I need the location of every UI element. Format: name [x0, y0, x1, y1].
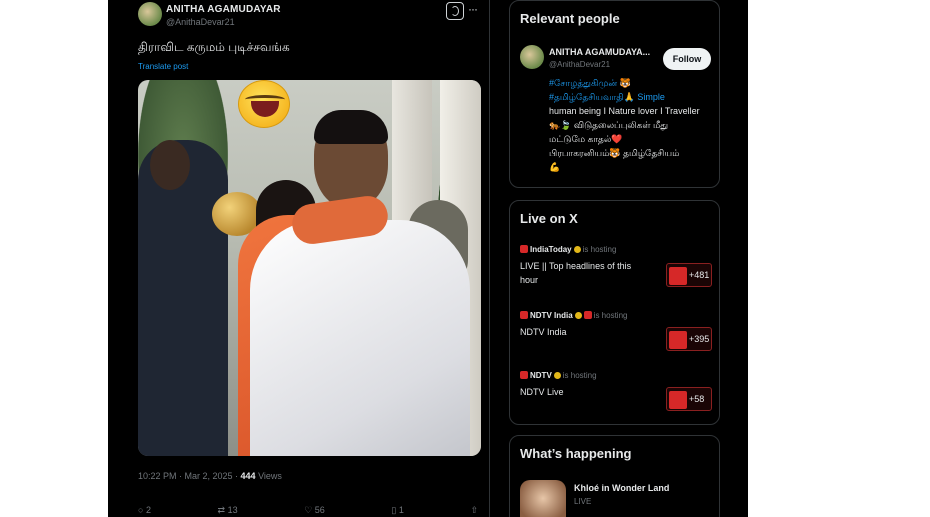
more-options-icon[interactable]: ···: [468, 2, 478, 16]
bio-hashtag[interactable]: #சோழத்துகிமுன் 🐯: [549, 76, 714, 90]
person-avatar[interactable]: [520, 45, 544, 69]
grok-icon[interactable]: [446, 2, 464, 20]
tweet-actions: ○ 2 ⇄ 13 ♡ 56 ▯ 1 ⇧: [138, 505, 478, 517]
photo-man-hair: [314, 110, 388, 144]
live-on-x-card: Live on X IndiaToday is hosting LIVE || T…: [509, 200, 720, 425]
repost-button[interactable]: ⇄ 13: [218, 505, 238, 517]
reply-button[interactable]: ○ 2: [138, 505, 151, 517]
like-icon: ♡: [304, 505, 313, 515]
live-thumbnail-icon: [669, 266, 687, 285]
share-icon: ⇧: [470, 505, 478, 515]
author-name[interactable]: ANITHA AGAMUDAYAR: [166, 4, 281, 15]
live-host: NDTV is hosting: [520, 371, 597, 380]
bio-line: 💪: [549, 162, 561, 172]
ndtv-logo-icon: [520, 311, 528, 319]
live-thumbnail-icon: [669, 390, 687, 409]
whats-happening-card: What’s happening Khloé in Wonder Land LI…: [509, 435, 720, 517]
reply-icon: ○: [138, 505, 144, 515]
translate-post-link[interactable]: Translate post: [138, 62, 188, 71]
trend-thumbnail[interactable]: [520, 480, 566, 517]
like-button[interactable]: ♡ 56: [304, 505, 325, 517]
live-listeners-badge: +395: [666, 327, 712, 351]
person-name[interactable]: ANITHA AGAMUDAYA...: [549, 47, 650, 57]
repost-icon: ⇄: [217, 505, 226, 515]
bio-line: பிரபாகரனியம்🐯 தமிழ்தேசியம்: [549, 148, 680, 158]
author-handle[interactable]: @AnithaDevar21: [166, 17, 235, 27]
tweet-timestamp[interactable]: 10:22 PM · Mar 2, 2025 ·: [138, 471, 241, 481]
tweet-meta: 10:22 PM · Mar 2, 2025 · 444 Views: [138, 471, 282, 481]
tweet-detail: ANITHA AGAMUDAYAR @AnithaDevar21 ··· திர…: [108, 0, 490, 517]
tweet-photo[interactable]: [138, 80, 481, 456]
live-host: IndiaToday is hosting: [520, 245, 616, 254]
verified-badge-icon: [553, 372, 561, 379]
person-handle[interactable]: @AnithaDevar21: [549, 60, 610, 69]
share-button[interactable]: ⇧: [470, 505, 478, 517]
photo-guard-head: [150, 140, 190, 190]
trend-title[interactable]: Khloé in Wonder Land: [574, 483, 669, 493]
live-listeners-badge: +481: [666, 263, 712, 287]
ndtv-logo-icon: [520, 371, 528, 379]
laughing-emoji-icon: [238, 80, 290, 128]
author-avatar[interactable]: [138, 2, 162, 26]
views-label: Views: [255, 471, 282, 481]
live-listeners-badge: +58: [666, 387, 712, 411]
bio-line: #தமிழ்தேசியவாதி🙏 Simple: [549, 92, 665, 102]
person-bio: #சோழத்துகிமுன் 🐯 #தமிழ்தேசியவாதி🙏 Simple…: [549, 76, 714, 174]
photo-man: [250, 220, 470, 456]
bio-line: 🐅🍃 விடுதலைப்புலிகள் மீது: [549, 120, 669, 130]
bookmark-button[interactable]: ▯ 1: [391, 505, 403, 517]
tweet-text: திராவிட கருமம் புடிச்சவங்க: [138, 40, 290, 54]
verified-badge-icon: [573, 246, 581, 253]
whats-happening-title: What’s happening: [520, 446, 632, 461]
live-title: NDTV India: [520, 327, 567, 337]
bio-line: human being I Nature lover I Traveller: [549, 106, 700, 116]
live-thumbnail-icon: [669, 330, 687, 349]
indiatoday-logo-icon: [520, 245, 528, 253]
live-on-x-title: Live on X: [520, 211, 578, 226]
views-count: 444: [240, 471, 256, 481]
relevant-people-title: Relevant people: [520, 11, 620, 26]
live-title: LIVE || Top headlines of this hour: [520, 261, 632, 285]
flag-icon: [583, 311, 592, 319]
bio-line: மட்டுமே காதல்❤️: [549, 134, 623, 144]
bookmark-icon: ▯: [391, 505, 397, 515]
live-host: NDTV India is hosting: [520, 311, 627, 320]
photo-guard: [138, 140, 228, 456]
relevant-people-card: Relevant people ANITHA AGAMUDAYA... @Ani…: [509, 0, 720, 188]
follow-button[interactable]: Follow: [663, 48, 711, 70]
live-title: NDTV Live: [520, 387, 564, 397]
x-app-frame: ANITHA AGAMUDAYAR @AnithaDevar21 ··· திர…: [108, 0, 748, 517]
verified-badge-icon: [574, 312, 582, 319]
trend-live-label: LIVE: [574, 497, 592, 506]
